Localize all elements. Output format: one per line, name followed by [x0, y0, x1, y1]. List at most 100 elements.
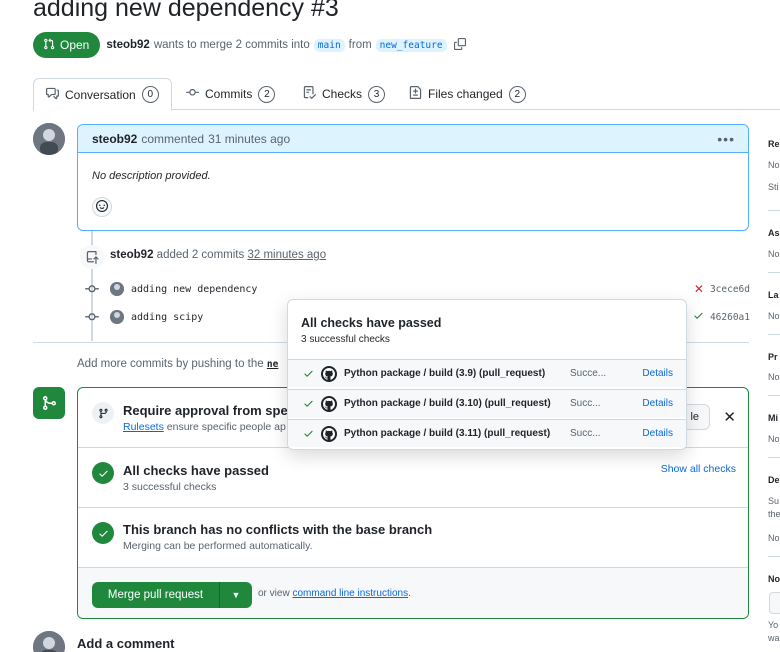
popover-title: All checks have passed — [301, 316, 442, 330]
tab-checks[interactable]: Checks 3 — [303, 78, 386, 110]
tab-files-changed[interactable]: Files changed 2 — [409, 78, 526, 110]
event-action: added 2 commits — [156, 249, 245, 261]
check-state: Succ... — [570, 428, 601, 439]
avatar[interactable] — [110, 282, 124, 296]
github-icon — [321, 365, 337, 382]
pr-meta: Open steob92 wants to merge 2 commits in… — [33, 32, 466, 58]
chevron-down-icon[interactable]: ▼ — [220, 582, 252, 608]
event-time[interactable]: 32 minutes ago — [247, 249, 326, 261]
x-icon[interactable]: ✕ — [694, 282, 704, 296]
check-circle-icon — [92, 462, 114, 484]
details-link[interactable]: Details — [642, 368, 673, 379]
checks-title: All checks have passed — [123, 463, 269, 478]
approval-subtitle: Rulesets ensure specific people ap — [123, 421, 286, 433]
sidebar-text: No — [768, 160, 780, 170]
check-icon — [303, 398, 317, 409]
avatar[interactable] — [33, 631, 65, 652]
merge-button-group: Merge pull request ▼ — [92, 582, 252, 608]
tab-counter: 3 — [368, 85, 386, 103]
merge-footer: Merge pull request ▼ or view command lin… — [78, 568, 748, 618]
comment-card: steob92 commented 31 minutes ago ••• No … — [77, 124, 749, 231]
tab-commits[interactable]: Commits 2 — [186, 78, 276, 110]
approval-title: Require approval from spe — [123, 403, 288, 418]
details-link[interactable]: Details — [642, 398, 673, 409]
sidebar-heading[interactable]: Mi — [768, 413, 778, 423]
tab-label: Conversation — [65, 87, 136, 102]
kebab-menu-icon[interactable]: ••• — [717, 131, 735, 147]
status-badge: Open — [33, 32, 101, 58]
checks-popover: All checks have passed 3 successful chec… — [287, 299, 687, 450]
checklist-icon — [303, 86, 317, 102]
tab-counter: 2 — [508, 85, 526, 103]
check-icon — [303, 368, 317, 379]
check-row[interactable]: Python package / build (3.9) (pull_reque… — [288, 359, 686, 387]
smiley-icon — [96, 199, 108, 215]
commit-icon — [186, 86, 199, 102]
head-branch[interactable]: new_feature — [375, 38, 447, 52]
file-diff-icon — [409, 86, 422, 102]
sidebar-text: No — [768, 372, 780, 382]
add-reaction-button[interactable] — [92, 197, 112, 217]
check-icon[interactable] — [693, 310, 704, 324]
author-link[interactable]: steob92 — [106, 39, 149, 51]
view-text: or view — [258, 588, 290, 599]
divider — [768, 272, 780, 273]
merge-summary: steob92 wants to merge 2 commits into ma… — [106, 37, 466, 53]
avatar[interactable] — [33, 123, 65, 155]
rulesets-link[interactable]: Rulesets — [123, 421, 164, 433]
details-link[interactable]: Details — [642, 428, 673, 439]
show-all-checks-link[interactable]: Show all checks — [661, 463, 736, 475]
event-author[interactable]: steob92 — [110, 249, 153, 261]
base-branch[interactable]: main — [313, 38, 345, 52]
comment-header: steob92 commented 31 minutes ago — [78, 125, 748, 153]
hint-branch[interactable]: ne — [267, 359, 278, 370]
check-row[interactable]: Python package / build (3.11) (pull_requ… — [288, 419, 686, 447]
tab-label: Checks — [322, 87, 363, 101]
github-icon — [321, 395, 337, 412]
conflicts-subtitle: Merging can be performed automatically. — [123, 540, 313, 552]
tab-counter: 2 — [258, 85, 276, 103]
add-comment-heading: Add a comment — [77, 636, 175, 651]
avatar[interactable] — [110, 310, 124, 324]
cli-hint: or view command line instructions. — [258, 588, 411, 599]
from-text: from — [348, 39, 372, 51]
check-name: Python package / build (3.10) (pull_requ… — [344, 398, 551, 409]
git-merge-icon — [33, 387, 65, 419]
commit-sha[interactable]: 46260a1 — [710, 312, 750, 323]
commit-sha[interactable]: 3cece6d — [710, 284, 750, 295]
popover-subtitle: 3 successful checks — [301, 334, 390, 345]
sidebar-heading[interactable]: No — [768, 574, 780, 584]
cli-period: . — [408, 588, 411, 599]
pr-tabs: Conversation 0 Commits 2 Checks 3 Files … — [33, 78, 780, 111]
sidebar-text: No — [768, 311, 780, 321]
divider — [768, 334, 780, 335]
check-state: Succ... — [570, 398, 601, 409]
copy-icon[interactable] — [453, 37, 466, 53]
sidebar-button[interactable] — [769, 592, 780, 614]
commit-message[interactable]: adding new dependency — [131, 284, 257, 295]
merge-button[interactable]: Merge pull request — [92, 582, 220, 608]
close-icon[interactable]: ✕ — [723, 408, 736, 426]
sidebar-text: No — [768, 434, 780, 444]
sidebar-heading[interactable]: La — [768, 290, 779, 300]
comment-author[interactable]: steob92 — [92, 132, 137, 146]
check-row[interactable]: Python package / build (3.10) (pull_requ… — [288, 389, 686, 417]
sidebar-heading[interactable]: Re — [768, 139, 780, 149]
sidebar-heading[interactable]: As — [768, 228, 780, 238]
tab-conversation[interactable]: Conversation 0 — [33, 78, 172, 111]
hint-text: Add more commits by pushing to the — [77, 358, 264, 370]
sidebar-heading[interactable]: De — [768, 475, 780, 485]
sidebar-text: No — [768, 533, 780, 543]
cli-link[interactable]: command line instructions — [292, 588, 408, 599]
github-icon — [321, 425, 337, 442]
git-commit-icon — [84, 282, 100, 296]
commit-status: 46260a1 — [693, 310, 750, 324]
sidebar-heading[interactable]: Pr — [768, 352, 778, 362]
pull-request-icon — [43, 37, 55, 53]
page-title: adding new dependency #3 — [33, 0, 339, 22]
commit-message[interactable]: adding scipy — [131, 312, 203, 323]
comment-time[interactable]: 31 minutes ago — [208, 132, 290, 146]
push-hint: Add more commits by pushing to the ne — [77, 358, 278, 370]
commit-status: ✕ 3cece6d — [694, 282, 750, 296]
check-circle-icon — [92, 522, 114, 544]
